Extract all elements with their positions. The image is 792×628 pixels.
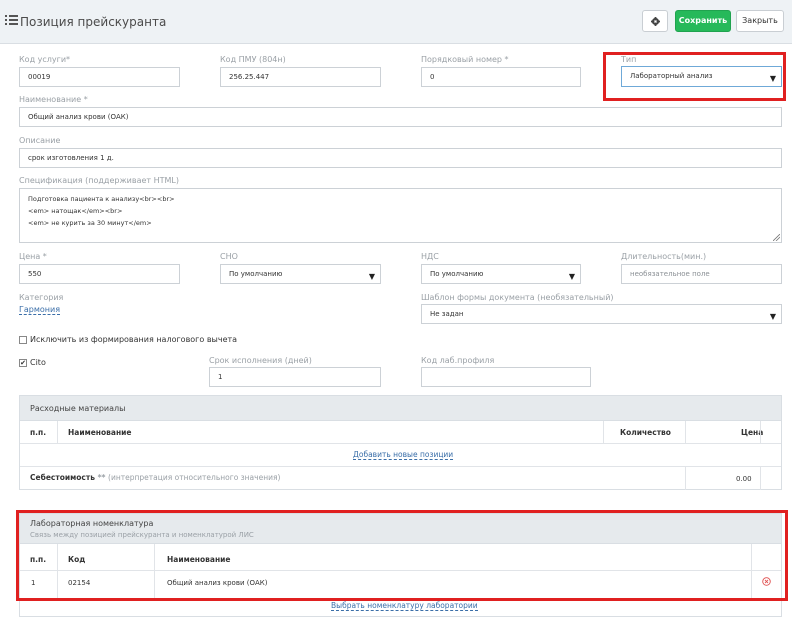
divider [751, 544, 752, 601]
divider [20, 570, 781, 571]
dropdown-arrow-icon: ▼ [769, 312, 776, 321]
page-title: Позиция прейскуранта [20, 15, 167, 29]
description-label: Описание [19, 136, 61, 145]
divider [603, 421, 604, 443]
lab-panel-subtitle: Связь между позицией прейскуранта и номе… [30, 531, 254, 539]
specification-label: Спецификация (поддерживает HTML) [19, 176, 179, 185]
col-name: Наименование [68, 428, 132, 437]
name-label: Наименование * [19, 95, 88, 104]
nds-select[interactable]: По умолчанию ▼ [421, 264, 581, 284]
cost-label-text: Себестоимость [30, 473, 95, 482]
divider [20, 443, 781, 444]
materials-panel: Расходные материалы п.п. Наименование Ко… [19, 395, 782, 490]
nds-select-value: По умолчанию [430, 270, 484, 278]
name-input[interactable]: Общий анализ крови (ОАК) [19, 107, 782, 127]
divider [57, 421, 58, 443]
spec-line: <em> не курить за 30 минут</em> [28, 219, 152, 227]
doc-template-label: Шаблон формы документа (необязательный) [421, 293, 614, 302]
lab-col-num: п.п. [30, 555, 47, 564]
lab-row-code: 02154 [68, 579, 91, 587]
materials-title: Расходные материалы [30, 404, 126, 413]
lab-nomenclature-panel: Лабораторная номенклатура Связь между по… [19, 513, 782, 617]
lab-panel-header: Лабораторная номенклатура Связь между по… [20, 514, 781, 544]
cost-value: 0.00 [736, 475, 752, 483]
materials-panel-header: Расходные материалы [20, 396, 781, 421]
order-number-label: Порядковый номер * [421, 55, 509, 64]
dropdown-arrow-icon: ▼ [568, 272, 575, 281]
spec-line: <em> натощак</em><br> [28, 207, 123, 215]
category-link[interactable]: Гармония [19, 305, 61, 315]
divider [760, 466, 761, 490]
remove-icon[interactable] [762, 577, 771, 586]
settings-button[interactable] [642, 10, 668, 32]
price-input[interactable]: 550 [19, 264, 180, 284]
lab-panel-title: Лабораторная номенклатура [30, 519, 154, 528]
doc-template-select-value: Не задан [430, 310, 464, 318]
divider [154, 544, 155, 601]
type-select-value: Лабораторный анализ [630, 72, 713, 80]
service-code-label: Код услуги* [19, 55, 71, 64]
doc-template-select[interactable]: Не задан ▼ [421, 304, 782, 324]
col-qty: Количество [620, 428, 671, 437]
dropdown-arrow-icon: ▼ [368, 272, 375, 281]
pmu-code-input[interactable]: 256.25.447 [220, 67, 381, 87]
col-num: п.п. [30, 428, 47, 437]
select-nomenclature-link[interactable]: Выбрать номенклатуру лаборатории [331, 601, 478, 611]
cost-label: Себестоимость ** (интерпретация относите… [30, 473, 280, 482]
sno-select[interactable]: По умолчанию ▼ [220, 264, 381, 284]
divider [685, 421, 686, 443]
add-materials-link[interactable]: Добавить новые позиции [353, 450, 454, 460]
resize-handle-icon[interactable] [773, 234, 780, 241]
lab-row-name: Общий анализ крови (ОАК) [167, 579, 268, 587]
save-button[interactable]: Сохранить [675, 10, 731, 32]
cito-label: Cito [30, 358, 46, 367]
description-input[interactable]: срок изготовления 1 д. [19, 148, 782, 168]
type-label: Тип [621, 55, 637, 64]
divider [685, 466, 686, 490]
spec-line: Подготовка пациента к анализу<br><br> [28, 195, 175, 203]
gear-icon [650, 17, 660, 26]
nds-label: НДС [421, 252, 439, 261]
divider [20, 466, 781, 467]
list-icon [5, 15, 18, 25]
dropdown-arrow-icon: ▼ [769, 74, 776, 83]
exclude-tax-checkbox[interactable] [19, 336, 27, 344]
type-select[interactable]: Лабораторный анализ ▼ [621, 66, 782, 87]
close-button[interactable]: Закрыть [736, 10, 784, 32]
lab-profile-label: Код лаб.профиля [421, 356, 495, 365]
exec-days-input[interactable]: 1 [209, 367, 381, 387]
page-header: Позиция прейскуранта Сохранить Закрыть [0, 0, 792, 44]
category-label: Категория [19, 293, 64, 302]
pmu-code-label: Код ПМУ (804н) [220, 55, 286, 64]
price-label: Цена * [19, 252, 47, 261]
lab-row-num: 1 [31, 579, 36, 587]
divider [57, 544, 58, 601]
duration-input[interactable]: необязательное поле [621, 264, 782, 284]
lab-profile-input[interactable] [421, 367, 591, 387]
service-code-input[interactable]: 00019 [19, 67, 180, 87]
sno-select-value: По умолчанию [229, 270, 283, 278]
sno-label: СНО [220, 252, 238, 261]
cito-checkbox[interactable]: ✔ [19, 359, 27, 367]
cost-mark: ** [97, 473, 106, 482]
duration-label: Длительность(мин.) [621, 252, 707, 261]
exclude-tax-label: Исключить из формирования налогового выч… [30, 335, 238, 344]
order-number-input[interactable]: 0 [421, 67, 581, 87]
lab-col-code: Код [68, 555, 86, 564]
cost-note: (интерпретация относительного значения) [108, 473, 281, 482]
exec-days-label: Срок исполнения (дней) [209, 356, 312, 365]
divider [760, 421, 761, 443]
lab-col-name: Наименование [167, 555, 231, 564]
specification-textarea[interactable]: Подготовка пациента к анализу<br><br> <e… [19, 188, 782, 243]
